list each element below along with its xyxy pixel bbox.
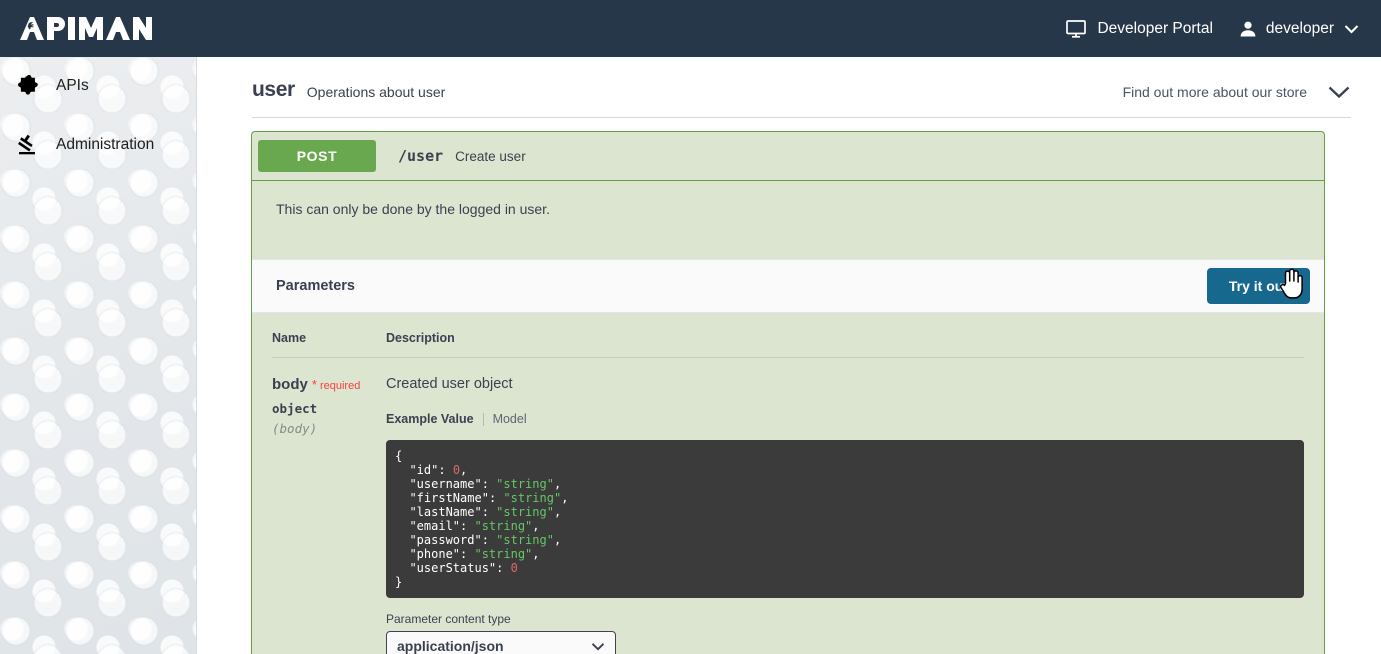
sidebar-item-apis[interactable]: APIs xyxy=(0,63,196,109)
required-label: required xyxy=(319,380,361,392)
chevron-down-icon[interactable] xyxy=(1327,85,1351,99)
puzzle-piece-icon xyxy=(18,75,48,97)
parameter-type: object xyxy=(272,401,318,416)
http-method-badge: POST xyxy=(258,140,376,172)
parameter-name: body xyxy=(272,376,308,393)
example-value-code-block[interactable]: { "id": 0, "username": "string", "firstN… xyxy=(386,440,1304,598)
tag-name: user xyxy=(252,78,295,101)
table-row: body * required object (body) Created use… xyxy=(272,358,1304,654)
chevron-down-icon xyxy=(1344,24,1359,34)
top-navigation-bar: Developer Portal developer xyxy=(0,0,1381,57)
sidebar-item-administration-label: Administration xyxy=(56,136,155,153)
parameter-content-type-select[interactable]: application/json xyxy=(386,631,616,654)
operation-summary-text: Create user xyxy=(455,148,526,164)
developer-portal-label: Developer Portal xyxy=(1097,19,1213,37)
required-marker: * required xyxy=(311,377,361,392)
operation-description: This can only be done by the logged in u… xyxy=(276,201,550,217)
tag-header: user Operations about user Find out more… xyxy=(198,57,1381,107)
parameter-description: Created user object xyxy=(386,376,513,392)
operation-path: /user xyxy=(398,147,444,165)
user-menu-label: developer xyxy=(1265,19,1334,37)
try-it-out-button[interactable]: Try it out xyxy=(1206,268,1310,304)
tag-header-right: Find out more about our store xyxy=(1123,80,1351,100)
apiman-logo-icon xyxy=(18,15,158,43)
left-sidebar: APIs Administration xyxy=(0,57,197,654)
column-header-name: Name xyxy=(272,331,307,345)
chevron-down-icon xyxy=(591,642,605,651)
operation-summary-row[interactable]: POST /user Create user xyxy=(252,132,1324,181)
parameters-bar: Parameters Try it out xyxy=(252,259,1324,313)
tab-example-value[interactable]: Example Value xyxy=(386,412,474,426)
parameter-description-cell: Created user object Example Value Model … xyxy=(386,376,1304,654)
sidebar-item-apis-label: APIs xyxy=(56,77,89,94)
main-content-area: user Operations about user Find out more… xyxy=(198,57,1381,654)
parameter-location: (body) xyxy=(272,421,318,436)
user-menu[interactable]: developer xyxy=(1239,20,1359,38)
apiman-brand-logo[interactable] xyxy=(18,0,158,57)
example-model-tabs: Example Value Model xyxy=(386,412,1304,426)
parameter-content-type-label: Parameter content type xyxy=(386,612,511,626)
operation-block-post-user: POST /user Create user This can only be … xyxy=(251,131,1325,654)
tab-divider xyxy=(482,412,484,426)
monitor-icon xyxy=(1066,19,1088,38)
column-header-description: Description xyxy=(386,331,455,345)
parameter-content-type-value: application/json xyxy=(397,638,504,654)
external-docs-link[interactable]: Find out more about our store xyxy=(1123,84,1307,100)
parameter-name-cell: body * required object (body) xyxy=(272,376,386,654)
sidebar-item-administration[interactable]: Administration xyxy=(0,122,196,168)
parameter-content-type-group: Parameter content type application/json xyxy=(386,612,1304,654)
tag-description: Operations about user xyxy=(306,84,446,100)
parameters-title: Parameters xyxy=(276,278,355,294)
tab-model[interactable]: Model xyxy=(493,412,527,426)
developer-portal-link[interactable]: Developer Portal xyxy=(1066,19,1213,38)
person-icon xyxy=(1239,20,1257,38)
gavel-icon xyxy=(18,134,48,156)
parameters-table: Name Description body * required object (… xyxy=(252,313,1324,654)
table-header-row: Name Description xyxy=(272,313,1304,358)
required-star: * xyxy=(311,377,317,392)
top-navigation-right-group: Developer Portal developer xyxy=(1040,0,1359,57)
tag-header-divider xyxy=(252,117,1351,118)
